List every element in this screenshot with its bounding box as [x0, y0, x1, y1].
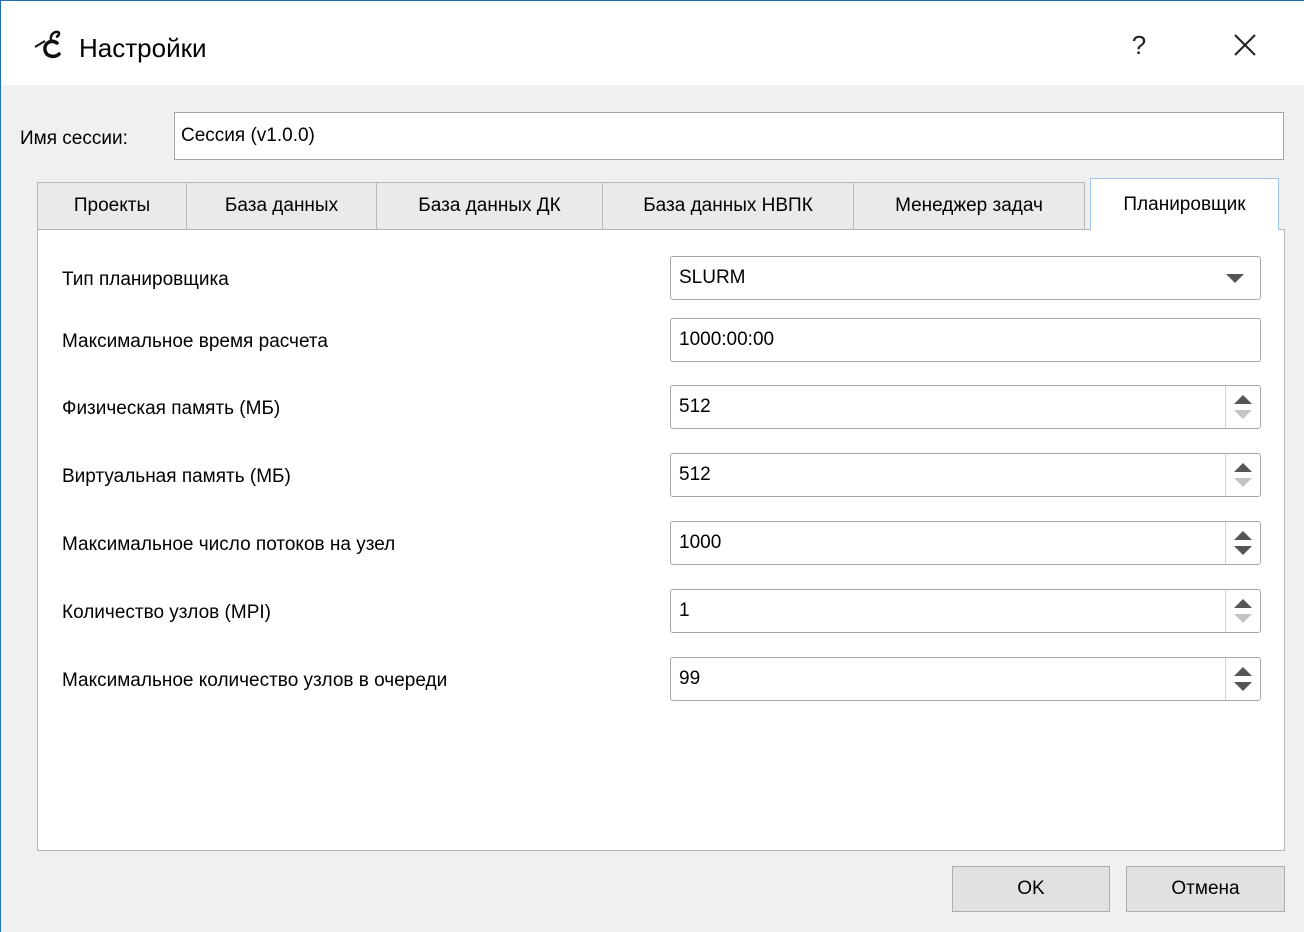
nodes-label: Количество узлов (MPI) [62, 602, 271, 623]
threads-spinbox[interactable]: 1000 [670, 521, 1261, 565]
title-bar: Настройки ? [1, 1, 1304, 85]
phys-mem-spinbox[interactable]: 512 [670, 385, 1261, 429]
scheduler-type-value: SLURM [679, 267, 746, 288]
phys-mem-value: 512 [679, 396, 711, 417]
spin-down-icon[interactable] [1234, 682, 1252, 691]
app-logo-icon [34, 30, 61, 59]
max-time-input[interactable]: 1000:00:00 [670, 318, 1261, 362]
spin-up-icon[interactable] [1234, 463, 1252, 472]
tab-label: База данных [224, 195, 339, 216]
window-title: Настройки [79, 33, 207, 63]
max-nodes-label: Максимальное количество узлов в очереди [62, 670, 448, 691]
threads-value: 1000 [679, 532, 722, 553]
spin-down-icon[interactable] [1234, 614, 1252, 623]
help-button[interactable]: ? [1119, 23, 1159, 67]
session-name-input[interactable] [174, 112, 1284, 160]
session-name-label: Имя сессии: [20, 128, 128, 149]
tab-label: Проекты [73, 195, 151, 216]
spin-up-icon[interactable] [1234, 531, 1252, 540]
spin-buttons[interactable] [1225, 386, 1260, 428]
tab-database-nvpk[interactable]: База данных НВПК [602, 182, 854, 229]
tab-database-dk[interactable]: База данных ДК [376, 182, 603, 229]
tab-database[interactable]: База данных [186, 182, 377, 229]
close-icon[interactable] [1227, 27, 1263, 63]
cancel-button[interactable]: Отмена [1126, 866, 1285, 912]
tab-label: База данных ДК [418, 195, 561, 216]
scheduler-panel: Тип планировщика SLURM Максимальное врем… [37, 229, 1285, 851]
scheduler-type-label: Тип планировщика [62, 269, 229, 290]
window-border [0, 0, 1, 932]
spin-down-icon[interactable] [1234, 546, 1252, 555]
spin-buttons[interactable] [1225, 590, 1260, 632]
max-nodes-value: 99 [679, 668, 701, 689]
tab-task-manager[interactable]: Менеджер задач [853, 182, 1085, 229]
spin-down-icon[interactable] [1234, 410, 1252, 419]
spin-down-icon[interactable] [1234, 478, 1252, 487]
threads-label: Максимальное число потоков на узел [62, 534, 396, 555]
tab-label: Менеджер задач [895, 195, 1043, 216]
spin-buttons[interactable] [1225, 522, 1260, 564]
nodes-value: 1 [679, 600, 690, 621]
max-nodes-spinbox[interactable]: 99 [670, 657, 1261, 701]
spin-up-icon[interactable] [1234, 395, 1252, 404]
tab-scheduler[interactable]: Планировщик [1090, 178, 1279, 230]
scheduler-type-select[interactable]: SLURM [670, 256, 1261, 300]
virt-mem-label: Виртуальная память (МБ) [62, 466, 291, 487]
spin-up-icon[interactable] [1234, 667, 1252, 676]
spin-buttons[interactable] [1225, 454, 1260, 496]
spin-up-icon[interactable] [1234, 599, 1252, 608]
spin-buttons[interactable] [1225, 658, 1260, 700]
nodes-spinbox[interactable]: 1 [670, 589, 1261, 633]
chevron-down-icon [1226, 274, 1244, 283]
phys-mem-label: Физическая память (МБ) [62, 398, 281, 419]
settings-tabs: Проекты База данных База данных ДК База … [37, 178, 1285, 230]
max-time-value: 1000:00:00 [679, 329, 775, 350]
tab-projects[interactable]: Проекты [37, 182, 187, 229]
virt-mem-spinbox[interactable]: 512 [670, 453, 1261, 497]
tab-label: База данных НВПК [643, 195, 813, 216]
tab-label: Планировщик [1123, 193, 1246, 215]
max-time-label: Максимальное время расчета [62, 331, 328, 352]
virt-mem-value: 512 [679, 464, 711, 485]
ok-button[interactable]: OK [952, 866, 1110, 912]
